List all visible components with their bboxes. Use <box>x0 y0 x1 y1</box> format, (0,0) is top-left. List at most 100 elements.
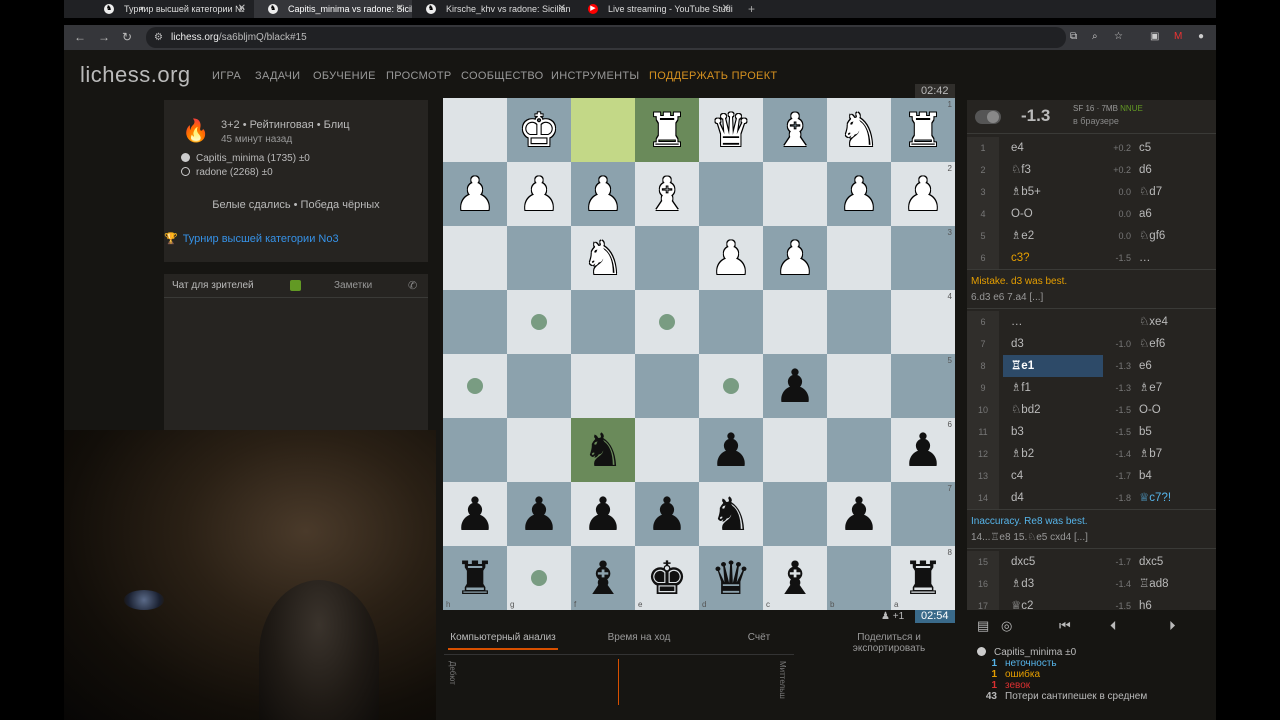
browser-tab-active[interactable]: ♞ Capitis_minima vs radone: Sicili ✕ <box>254 0 412 18</box>
profile-icon[interactable]: ● <box>1198 30 1204 44</box>
white-pawn-icon[interactable]: ♟ <box>827 162 891 226</box>
board-square[interactable] <box>699 162 763 226</box>
board-square[interactable] <box>763 418 827 482</box>
tab-crosstable[interactable]: Счёт <box>724 632 794 643</box>
tab-spectator-chat[interactable]: Чат для зрителей <box>172 280 254 291</box>
white-pawn-icon[interactable]: ♟ <box>443 162 507 226</box>
legal-move-dot[interactable] <box>659 314 675 330</box>
white-queen-icon[interactable]: ♛ <box>699 98 763 162</box>
board-square[interactable]: ♟ <box>443 162 507 226</box>
white-pawn-icon[interactable]: ♟ <box>699 226 763 290</box>
board-square[interactable]: ♟ <box>763 354 827 418</box>
board-square[interactable]: 7 <box>891 482 955 546</box>
comment-line[interactable]: 14...♖e8 15.♘e5 cxd4 [...] <box>971 532 1088 543</box>
board-square[interactable] <box>507 226 571 290</box>
black-move[interactable]: h6 <box>1133 595 1216 610</box>
back-icon[interactable]: ← <box>74 29 86 45</box>
chat-toggle-checkbox[interactable] <box>290 280 301 291</box>
white-move[interactable]: c3? <box>1003 247 1103 269</box>
close-tab-icon[interactable]: ✕ <box>558 0 566 18</box>
board-square[interactable]: 2 ♟ <box>891 162 955 226</box>
nav-learn[interactable]: ОБУЧЕНИЕ <box>313 70 376 82</box>
board-square[interactable] <box>827 418 891 482</box>
board-square[interactable]: 3 <box>891 226 955 290</box>
tab-notes[interactable]: Заметки <box>334 280 372 291</box>
black-bishop-icon[interactable]: ♝ <box>763 546 827 610</box>
board-square[interactable]: ♟ <box>827 162 891 226</box>
legal-move-dot[interactable] <box>531 570 547 586</box>
white-bishop-icon[interactable]: ♝ <box>763 98 827 162</box>
nav-tools[interactable]: ИНСТРУМЕНТЫ <box>551 70 639 82</box>
board-square[interactable]: ♟ <box>507 482 571 546</box>
black-move[interactable]: e6 <box>1133 355 1216 377</box>
extension-icon[interactable]: ▣ <box>1150 30 1159 44</box>
browser-tab[interactable]: ♞ Турнир высшей категории № ✕ <box>90 0 254 18</box>
nav-puzzles[interactable]: ЗАДАЧИ <box>255 70 300 82</box>
black-move[interactable]: … <box>1133 247 1216 269</box>
board-square[interactable]: ♞ <box>827 98 891 162</box>
board-square[interactable] <box>443 98 507 162</box>
white-move[interactable]: b3 <box>1003 421 1103 443</box>
board-square[interactable]: ♜ <box>635 98 699 162</box>
board-square[interactable] <box>507 418 571 482</box>
black-bishop-icon[interactable]: ♝ <box>571 546 635 610</box>
nav-play[interactable]: ИГРА <box>212 70 241 82</box>
board-square[interactable]: c ♝ <box>763 546 827 610</box>
phone-icon[interactable]: ✆ <box>408 279 417 292</box>
board-square[interactable]: g <box>507 546 571 610</box>
white-move[interactable]: d4 <box>1003 487 1103 509</box>
black-move[interactable]: b5 <box>1133 421 1216 443</box>
board-square[interactable]: ♟ <box>571 162 635 226</box>
black-queen-icon[interactable]: ♛ <box>699 546 763 610</box>
board-square[interactable]: ♞ <box>699 482 763 546</box>
site-logo[interactable]: lichess.org <box>80 62 191 88</box>
board-square[interactable] <box>635 290 699 354</box>
board-square[interactable] <box>699 354 763 418</box>
white-move[interactable]: ♗b2 <box>1003 443 1103 465</box>
white-move[interactable]: ♗d3 <box>1003 573 1103 595</box>
white-bishop-icon[interactable]: ♝ <box>635 162 699 226</box>
black-move[interactable]: ♗b7 <box>1133 443 1216 465</box>
reload-icon[interactable]: ↻ <box>122 29 132 45</box>
browser-tab[interactable]: ▶ Live streaming - YouTube Studi ✕ <box>574 0 738 18</box>
nav-community[interactable]: СООБЩЕСТВО <box>461 70 544 82</box>
black-pawn-icon[interactable]: ♟ <box>443 482 507 546</box>
board-square[interactable] <box>699 290 763 354</box>
black-knight-icon[interactable]: ♞ <box>571 418 635 482</box>
board-square[interactable]: ♟ <box>507 162 571 226</box>
tab-computer-analysis[interactable]: Компьютерный анализ <box>448 632 558 643</box>
black-move[interactable]: ♕c7?! <box>1133 487 1216 509</box>
nav-watch[interactable]: ПРОСМОТР <box>386 70 452 82</box>
board-square[interactable]: ♟ <box>699 418 763 482</box>
white-move[interactable]: O-O <box>1003 203 1103 225</box>
zoom-icon[interactable]: ⌕ <box>1092 30 1098 44</box>
board-square[interactable]: ♞ <box>571 226 635 290</box>
board-square[interactable]: 8 a ♜ <box>891 546 955 610</box>
board-square[interactable]: ♛ <box>699 98 763 162</box>
legal-move-dot[interactable] <box>467 378 483 394</box>
board-square[interactable]: 6 ♟ <box>891 418 955 482</box>
board-square[interactable]: ♟ <box>699 226 763 290</box>
board-square[interactable]: e ♚ <box>635 546 699 610</box>
black-move[interactable]: ♘xe4 <box>1133 311 1216 333</box>
white-player[interactable]: Capitis_minima (1735) ±0 <box>181 153 310 164</box>
board-square[interactable] <box>571 354 635 418</box>
black-king-icon[interactable]: ♚ <box>635 546 699 610</box>
board-square[interactable]: ♟ <box>827 482 891 546</box>
tab-share-export[interactable]: Поделиться и экспортировать <box>834 632 944 654</box>
board-square[interactable] <box>443 290 507 354</box>
board-square[interactable]: ♟ <box>443 482 507 546</box>
black-rook-icon[interactable]: ♜ <box>443 546 507 610</box>
board-square[interactable] <box>443 354 507 418</box>
board-square[interactable] <box>507 290 571 354</box>
close-tab-icon[interactable]: ✕ <box>396 0 404 18</box>
black-move[interactable]: ♗e7 <box>1133 377 1216 399</box>
legal-move-dot[interactable] <box>723 378 739 394</box>
comment-line[interactable]: 6.d3 e6 7.a4 [...] <box>971 292 1043 303</box>
board-square[interactable]: 4 <box>891 290 955 354</box>
board-square[interactable] <box>571 290 635 354</box>
white-move[interactable]: ♖e1 <box>1003 355 1103 377</box>
black-move[interactable]: a6 <box>1133 203 1216 225</box>
board-square[interactable]: 1 ♜ <box>891 98 955 162</box>
board-square[interactable] <box>763 162 827 226</box>
